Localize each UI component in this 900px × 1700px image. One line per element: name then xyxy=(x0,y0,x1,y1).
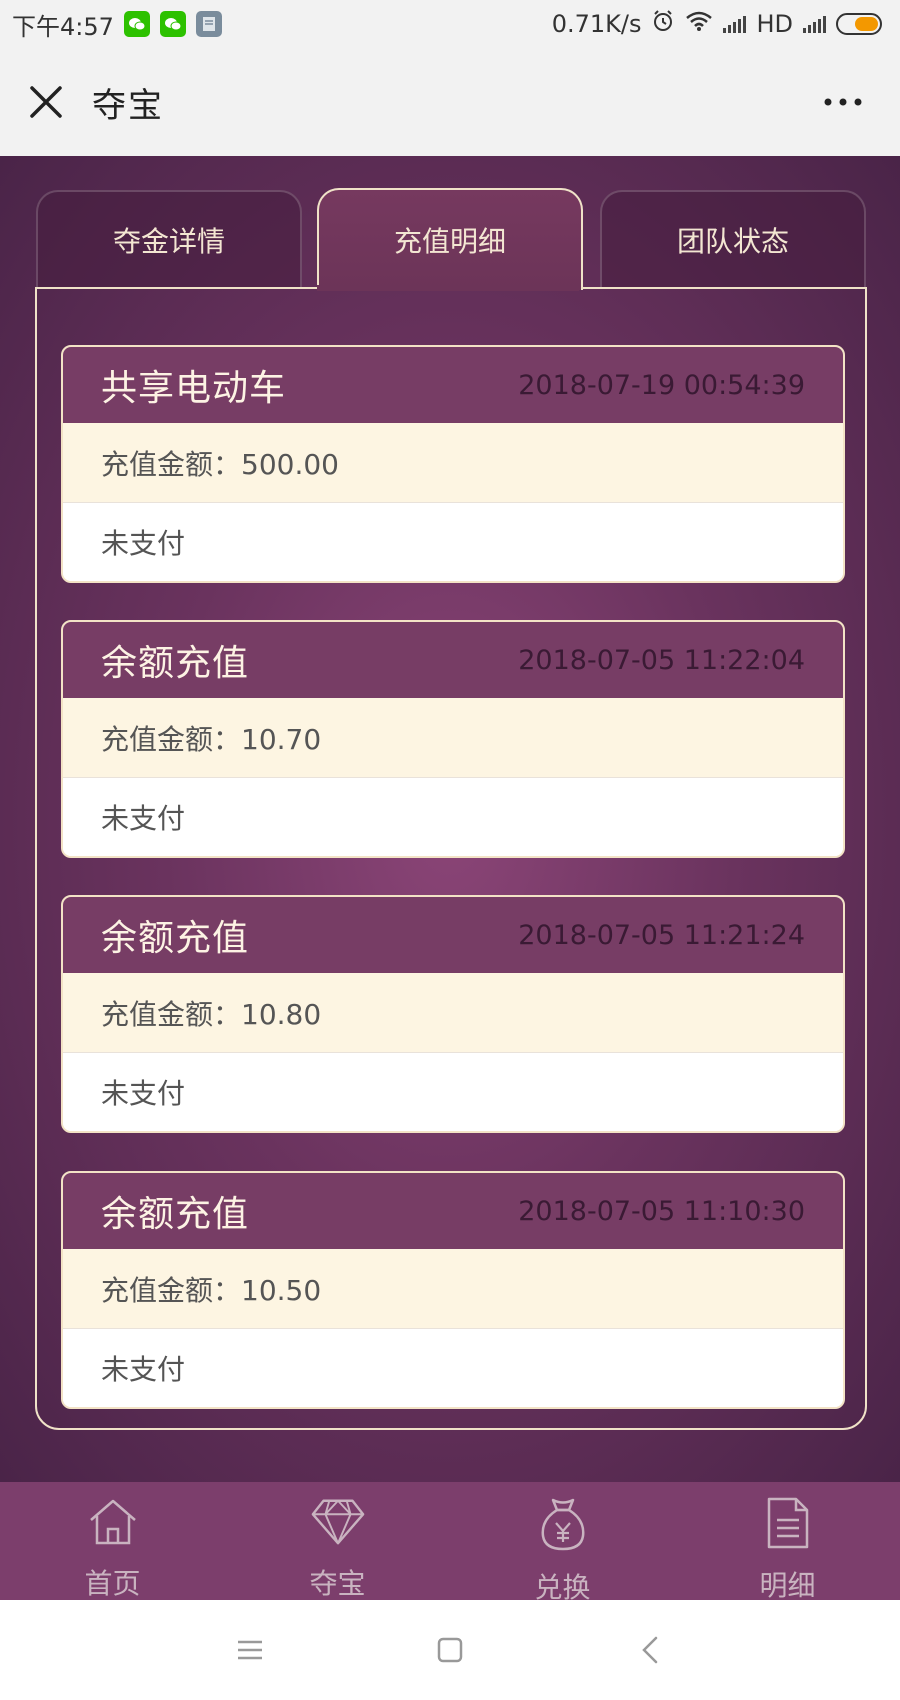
system-home-button[interactable] xyxy=(350,1600,550,1700)
tab-team-status[interactable]: 团队状态 xyxy=(600,190,866,288)
close-button[interactable] xyxy=(0,48,92,156)
wechat-notification-icon xyxy=(159,11,186,37)
record-card[interactable]: 余额充值 2018-07-05 11:22:04 充值金额：10.70 未支付 xyxy=(61,620,845,858)
record-status: 未支付 xyxy=(63,1053,843,1131)
record-title: 余额充值 xyxy=(101,918,250,959)
money-bag-icon xyxy=(535,1496,591,1552)
wifi-icon xyxy=(685,10,713,38)
close-icon xyxy=(30,86,62,118)
more-dots-icon xyxy=(824,98,862,106)
back-chevron-icon xyxy=(642,1636,658,1664)
records-panel: 共享电动车 2018-07-19 00:54:39 充值金额：500.00 未支… xyxy=(35,287,867,1430)
nav-details[interactable]: 明细 xyxy=(675,1482,900,1602)
network-speed: 0.71K/s xyxy=(551,10,642,38)
record-amount: 充值金额：500.00 xyxy=(63,423,843,503)
record-status: 未支付 xyxy=(63,778,843,856)
tab-gold-details[interactable]: 夺金详情 xyxy=(36,190,302,288)
record-header: 余额充值 2018-07-05 11:22:04 xyxy=(63,622,843,698)
system-back-button[interactable] xyxy=(550,1600,750,1700)
nav-home-label: 首页 xyxy=(84,1567,141,1600)
record-status: 未支付 xyxy=(63,1329,843,1407)
record-time: 2018-07-05 11:10:30 xyxy=(518,1195,805,1227)
page-title: 夺宝 xyxy=(92,85,164,126)
record-header: 余额充值 2018-07-05 11:10:30 xyxy=(63,1173,843,1249)
home-icon xyxy=(85,1496,141,1548)
record-title: 余额充值 xyxy=(101,643,250,684)
square-home-icon xyxy=(437,1637,463,1663)
record-title: 共享电动车 xyxy=(101,368,287,409)
record-card[interactable]: 余额充值 2018-07-05 11:21:24 充值金额：10.80 未支付 xyxy=(61,895,845,1133)
nav-home[interactable]: 首页 xyxy=(0,1482,225,1600)
alarm-icon xyxy=(651,9,675,39)
signal-icon xyxy=(803,15,826,33)
bottom-nav: 首页 夺宝 兑换 明细 xyxy=(0,1482,900,1604)
nav-treasure[interactable]: 夺宝 xyxy=(225,1482,450,1600)
notes-notification-icon xyxy=(195,11,222,37)
tab-recharge-details[interactable]: 充值明细 xyxy=(317,188,583,290)
active-tab-connector xyxy=(317,285,579,291)
status-bar-right: 0.71K/s HD xyxy=(552,9,882,39)
record-card[interactable]: 共享电动车 2018-07-19 00:54:39 充值金额：500.00 未支… xyxy=(61,345,845,583)
network-type: HD xyxy=(756,10,793,38)
record-amount: 充值金额：10.70 xyxy=(63,698,843,778)
record-time: 2018-07-19 00:54:39 xyxy=(518,369,805,401)
document-icon xyxy=(760,1496,816,1550)
record-amount: 充值金额：10.80 xyxy=(63,973,843,1053)
nav-treasure-label: 夺宝 xyxy=(309,1567,366,1600)
record-card[interactable]: 余额充值 2018-07-05 11:10:30 充值金额：10.50 未支付 xyxy=(61,1171,845,1409)
status-bar: 下午4:57 0.71K/s HD xyxy=(0,0,900,48)
record-title: 余额充值 xyxy=(101,1194,250,1235)
record-amount: 充值金额：10.50 xyxy=(63,1249,843,1329)
diamond-icon xyxy=(310,1496,366,1548)
nav-details-label: 明细 xyxy=(759,1569,816,1602)
main-content: 夺金详情 充值明细 团队状态 共享电动车 2018-07-19 00:54:39… xyxy=(0,156,900,1482)
record-status: 未支付 xyxy=(63,503,843,581)
wechat-notification-icon xyxy=(123,11,150,37)
record-time: 2018-07-05 11:22:04 xyxy=(518,644,805,676)
record-header: 余额充值 2018-07-05 11:21:24 xyxy=(63,897,843,973)
status-bar-left: 下午4:57 xyxy=(12,7,222,42)
nav-exchange[interactable]: 兑换 xyxy=(450,1482,675,1604)
title-bar: 夺宝 xyxy=(0,48,900,156)
system-menu-button[interactable] xyxy=(150,1600,350,1700)
record-time: 2018-07-05 11:21:24 xyxy=(518,919,805,951)
system-nav-bar xyxy=(0,1600,900,1700)
menu-icon xyxy=(238,1640,262,1660)
battery-icon xyxy=(836,13,882,35)
more-options-button[interactable] xyxy=(808,48,878,156)
status-time: 下午4:57 xyxy=(12,12,114,41)
tab-bar: 夺金详情 充值明细 团队状态 xyxy=(36,188,866,290)
signal-icon xyxy=(723,15,747,33)
record-header: 共享电动车 2018-07-19 00:54:39 xyxy=(63,347,843,423)
